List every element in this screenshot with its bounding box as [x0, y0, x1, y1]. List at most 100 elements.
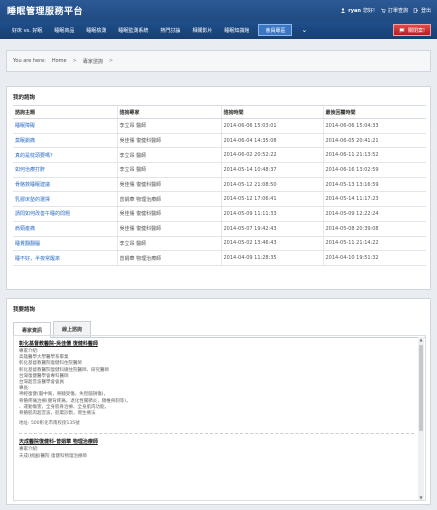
last-reply-cell: 2014-05-09 12:22:24 [322, 206, 426, 222]
topic-cell[interactable]: 睡不好，半夜常醒來 [13, 250, 117, 266]
time-cell: 2014-06-04 14:35:08 [220, 133, 323, 149]
topic-cell[interactable]: 請問如何改善午睡的問題 [13, 206, 117, 222]
time-cell: 2014-05-02 13:46:43 [220, 236, 323, 252]
expert-name[interactable]: 彰化基督教醫院-吳佳儒 復健科醫師 [19, 340, 420, 347]
time-cell: 2014-05-09 11:11:33 [220, 206, 323, 222]
expert-list-scroll[interactable]: 彰化基督教醫院-吳佳儒 復健科醫師 專家介紹: 高雄醫學大學醫學系畢業 彰化基督教醫院… [13, 335, 426, 501]
user-name: ryan [348, 7, 361, 14]
breadcrumb-prefix: You are here: [13, 58, 46, 64]
scroll-down-arrow-icon[interactable]: ▼ [418, 495, 424, 500]
expert-cell: 李立昂 醫師 [116, 118, 221, 134]
nav-item-knowledge[interactable]: 睡眠知識館 [218, 21, 255, 39]
my-consultations-panel: 我的諮詢 諮詢主題 諮詢專家 諮詢時間 最後回覆時間 睡眠障礙 李立昂 醫師 201… [6, 86, 431, 290]
last-reply-cell: 2014-05-14 11:17:23 [322, 191, 426, 208]
expert-cell: 李立昂 醫師 [116, 162, 221, 178]
flag-icon [399, 27, 405, 33]
last-reply-cell: 2014-05-13 13:16:59 [322, 177, 426, 193]
breadcrumb: You are here: Home > 專家諮詢 > [6, 50, 431, 72]
table-row: 真的是枕頭要嗎？ 李立昂 醫師 2014-06-02 20:52:22 2014-06… [13, 147, 426, 164]
table-row: 乳膠床墊的選擇 曾娟華 物理治療師 2014-05-12 17:06:41 2014-… [13, 191, 426, 208]
nav-item-products[interactable]: 睡眠商品 [48, 21, 80, 39]
order-query-label: 訂單查詢 [387, 8, 408, 14]
table-row: 睡眠障礙 李立昂 醫師 2014-06-06 15:03:01 2014-06-06 … [13, 118, 426, 134]
user-greeting[interactable]: ryan 您好! [340, 7, 375, 14]
nav-item-sleep-test[interactable]: 睡眠檢測 [80, 21, 112, 39]
close-case-label: 關閉案! [407, 27, 425, 34]
last-reply-cell: 2014-05-11 21:14:22 [322, 236, 426, 252]
expert-cell: 曾娟華 物理治療師 [116, 191, 221, 208]
topic-cell[interactable]: 如何治療打鼾 [13, 162, 117, 178]
table-row: 睡不好，半夜常醒來 曾娟華 物理治療師 2014-04-09 11:28:35 201… [13, 250, 426, 266]
time-cell: 2014-05-12 21:08:50 [220, 177, 323, 193]
table-row: 骨骼救睡眠建議 吳佳儒 復健科醫師 2014-05-12 21:08:50 2014-… [13, 177, 426, 193]
table-row: 如何治療打鼾 李立昂 醫師 2014-05-14 10:48:37 2014-06-1… [13, 162, 426, 178]
expert-name[interactable]: 天成醫院復健科-曾娟華 物理治療師 [19, 438, 420, 445]
nav-item-member[interactable]: 會員專區 [258, 24, 293, 36]
topic-cell[interactable]: 肩頸痠痛 [13, 221, 117, 237]
column-header-topic: 諮詢主題 [13, 105, 117, 119]
table-row: 肩頸痠痛 吳佳儒 復健科醫師 2014-05-07 19:42:43 2014-05-… [13, 221, 426, 237]
expert-cell: 吳佳儒 復健科醫師 [116, 221, 221, 237]
table-row: 請問如何改善午睡的問題 吳佳儒 復健科醫師 2014-05-09 11:11:33 2… [13, 206, 426, 222]
expert-list: 彰化基督教醫院-吳佳儒 復健科醫師 專家介紹: 高雄醫學大學醫學系畢業 彰化基督教醫院… [19, 340, 420, 460]
topic-cell[interactable]: 莫眠劇痛 [13, 133, 117, 149]
nav-item-discussion[interactable]: 熱門討論 [154, 21, 186, 39]
expert-address: 地址: 500彰化市南校街135號 [19, 421, 80, 427]
breadcrumb-current[interactable]: 專家諮詢 [83, 58, 103, 65]
close-case-button[interactable]: 關閉案! [392, 24, 431, 36]
expert-cell: 曾娟華 物理治療師 [116, 250, 221, 266]
topic-cell[interactable]: 睡覺翻翻腦 [13, 236, 117, 252]
breadcrumb-separator: > [108, 58, 114, 64]
time-cell: 2014-05-12 17:06:41 [220, 191, 323, 208]
table-row: 莫眠劇痛 吳佳儒 復健科醫師 2014-06-04 14:35:08 2014-06-… [13, 133, 426, 149]
time-cell: 2014-06-06 15:03:01 [220, 118, 323, 134]
expert-cell: 李立昂 醫師 [116, 236, 221, 252]
scroll-thumb[interactable] [419, 345, 423, 431]
column-header-last-reply: 最後回覆時間 [322, 105, 426, 119]
consultations-table: 諮詢主題 諮詢專家 諮詢時間 最後回覆時間 睡眠障礙 李立昂 醫師 2014-06-… [13, 105, 426, 266]
topic-cell[interactable]: 睡眠障礙 [13, 118, 117, 134]
nav-item-good-bed[interactable]: 好床 vs. 好眠 [6, 21, 48, 39]
column-header-expert: 諮詢專家 [116, 105, 221, 119]
topic-cell[interactable]: 骨骼救睡眠建議 [13, 177, 117, 193]
cart-icon [380, 8, 386, 13]
top-header: 睡眠管理服務平台 ryan 您好! 訂單查詢 登出 [0, 0, 437, 21]
scroll-up-arrow-icon[interactable]: ▲ [418, 337, 424, 343]
table-header-row: 諮詢主題 諮詢專家 諮詢時間 最後回覆時間 [13, 105, 426, 119]
expert-cell: 吳佳儒 復健科醫師 [116, 177, 221, 193]
logout-label: 登出 [420, 8, 431, 14]
user-suffix: 您好! [362, 8, 375, 14]
topic-cell[interactable]: 真的是枕頭要嗎？ [13, 147, 117, 164]
logout-icon [413, 8, 419, 13]
table-row: 睡覺翻翻腦 李立昂 醫師 2014-05-02 13:46:43 2014-05-11… [13, 236, 426, 252]
last-reply-cell: 2014-06-05 20:41:21 [322, 133, 426, 149]
user-area: ryan 您好! 訂單查詢 登出 [340, 7, 431, 14]
consultations-body: 睡眠障礙 李立昂 醫師 2014-06-06 15:03:01 2014-06-06 … [13, 118, 426, 266]
time-cell: 2014-06-02 20:52:22 [220, 147, 323, 164]
last-reply-cell: 2014-06-11 21:13:52 [322, 147, 426, 164]
site-title[interactable]: 睡眠管理服務平台 [7, 4, 83, 17]
breadcrumb-home[interactable]: Home [52, 58, 67, 64]
time-cell: 2014-04-09 11:28:35 [220, 250, 323, 266]
last-reply-cell: 2014-04-10 19:51:32 [322, 250, 426, 266]
column-header-time: 諮詢時間 [220, 105, 323, 119]
scrollbar[interactable]: ▲ ▼ [418, 337, 424, 500]
breadcrumb-separator: > [72, 58, 77, 64]
ask-expert-title: 我要諮詢 [13, 307, 36, 313]
main-nav: 好床 vs. 好眠 睡眠商品 睡眠檢測 睡眠監測系統 熱門討論 相關影片 睡眠知… [0, 21, 437, 39]
expert-detail-line: 天成(桃園)醫院 復健科物理治療師 [19, 453, 87, 459]
nav-item-monitoring[interactable]: 睡眠監測系統 [112, 21, 154, 39]
topic-cell[interactable]: 乳膠床墊的選擇 [13, 191, 117, 208]
logout-link[interactable]: 登出 [413, 7, 431, 14]
consultations-title: 我的諮詢 [13, 95, 36, 101]
time-cell: 2014-05-14 10:48:37 [220, 162, 323, 178]
nav-item-videos[interactable]: 相關影片 [186, 21, 218, 39]
expert-divider [19, 433, 414, 435]
last-reply-cell: 2014-06-06 15:04:33 [322, 118, 426, 134]
expert-cell: 吳佳儒 復健科醫師 [116, 206, 221, 222]
time-cell: 2014-05-07 19:42:43 [220, 221, 323, 237]
nav-more-chevron-icon[interactable]: ⌄ [295, 26, 313, 34]
last-reply-cell: 2014-05-08 20:39:08 [322, 221, 426, 237]
order-query-link[interactable]: 訂單查詢 [380, 7, 408, 14]
expert-cell: 吳佳儒 復健科醫師 [116, 133, 221, 149]
